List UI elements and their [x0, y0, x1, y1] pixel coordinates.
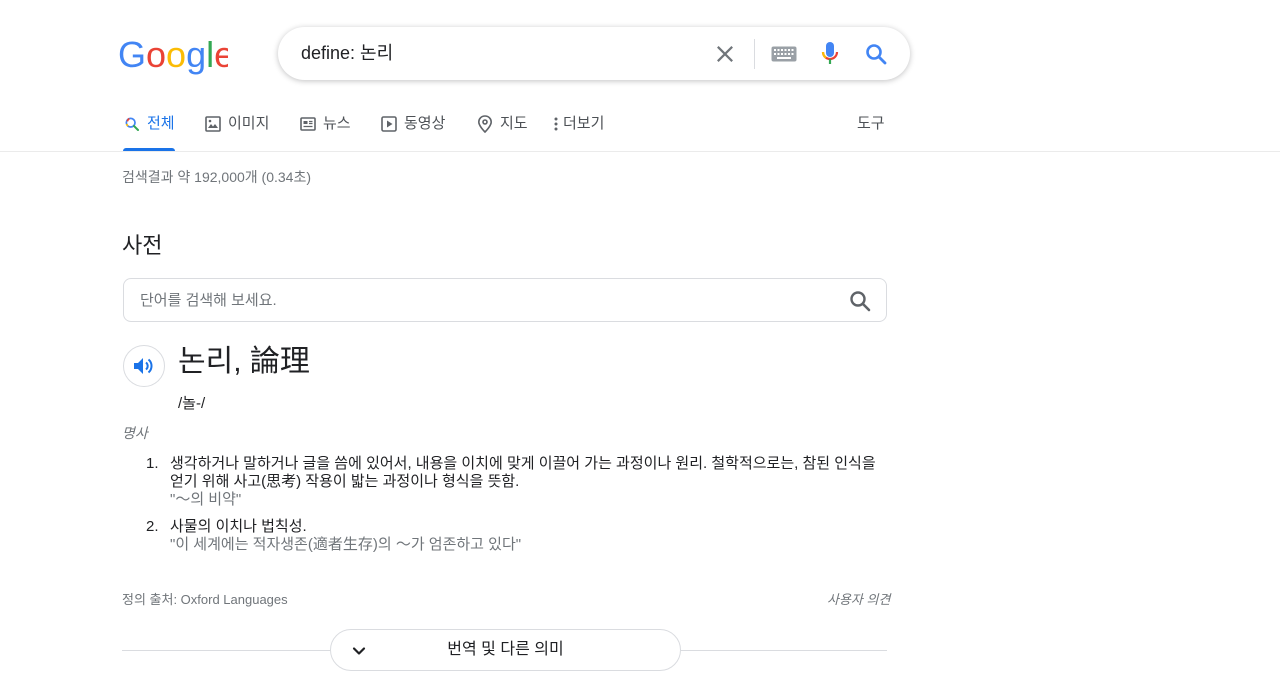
part-of-speech: 명사: [122, 425, 148, 441]
definition-text: 생각하거나 말하거나 글을 씀에 있어서, 내용을 이치에 맞게 이끌어 가는 …: [170, 455, 876, 490]
video-icon: [380, 115, 398, 133]
dictionary-search-box: [123, 278, 887, 322]
definition-text: 사물의 이치나 법칙성.: [170, 518, 307, 535]
dictionary-search-input[interactable]: [140, 279, 820, 321]
dictionary-title: 사전: [122, 233, 163, 258]
tab-maps[interactable]: 지도: [476, 112, 528, 150]
google-logo[interactable]: Google: [118, 36, 228, 76]
dictionary-headword: 논리, 論理: [178, 345, 310, 378]
image-icon: [204, 115, 222, 133]
feedback-link[interactable]: 사용자 의견: [827, 589, 890, 608]
tab-label: 지도: [500, 115, 528, 132]
tab-news[interactable]: 뉴스: [299, 112, 351, 150]
definition-example: "～의 비약": [170, 491, 242, 508]
tab-label: 전체: [147, 115, 175, 132]
tab-label: 뉴스: [323, 115, 351, 132]
voice-search-button[interactable]: [812, 27, 848, 80]
mic-icon: [821, 41, 839, 64]
tab-label: 동영상: [404, 115, 446, 132]
map-pin-icon: [476, 115, 494, 133]
tab-images[interactable]: 이미지: [204, 112, 269, 150]
keyboard-button[interactable]: [766, 27, 802, 80]
close-icon: [717, 45, 733, 62]
tab-more[interactable]: 더보기: [552, 112, 604, 150]
search-icon: [123, 115, 141, 133]
search-box: [278, 27, 910, 80]
pronunciation-audio-button[interactable]: [123, 345, 165, 387]
definition-source: 정의 출처: Oxford Languages: [122, 592, 288, 607]
news-icon: [299, 115, 317, 133]
tab-all[interactable]: 전체: [123, 112, 175, 151]
definition-number: 2.: [146, 518, 159, 535]
search-tabs: 전체 이미지 뉴스 동영상 지도 더보기 도구: [0, 104, 1280, 152]
keyboard-icon: [771, 46, 797, 61]
svg-text:Google: Google: [118, 36, 228, 75]
tab-label: 이미지: [228, 115, 270, 132]
google-search-page: Google define: 논리 전체 이미지 뉴스 동영상 지도 더보기 도…: [0, 0, 1280, 700]
more-vert-icon: [552, 115, 560, 133]
result-stats: 검색결과 약 192,000개 (0.34초): [122, 169, 312, 185]
tab-videos[interactable]: 동영상: [380, 112, 445, 150]
tools-button[interactable]: 도구: [857, 112, 885, 133]
pronunciation: /놀-/: [178, 395, 206, 412]
search-icon[interactable]: [848, 289, 872, 313]
search-divider: [754, 39, 755, 69]
definition-number: 1.: [146, 455, 159, 472]
expand-label: 번역 및 다른 의미: [447, 641, 564, 658]
search-input[interactable]: [301, 27, 711, 80]
translations-expand-button[interactable]: 번역 및 다른 의미: [330, 629, 681, 671]
definition-item: 2. 사물의 이치나 법칙성. "이 세계에는 적자생존(適者生存)의 ～가 엄…: [146, 518, 886, 554]
definition-item: 1. 생각하거나 말하거나 글을 씀에 있어서, 내용을 이치에 맞게 이끌어 …: [146, 455, 886, 509]
search-icon: [866, 43, 887, 64]
clear-search-button[interactable]: [706, 27, 744, 80]
definition-list: 1. 생각하거나 말하거나 글을 씀에 있어서, 내용을 이치에 맞게 이끌어 …: [146, 455, 886, 563]
definition-example: "이 세계에는 적자생존(適者生存)의 ～가 엄존하고 있다": [170, 536, 522, 553]
search-submit-button[interactable]: [858, 27, 894, 80]
tab-label: 더보기: [563, 115, 605, 132]
speaker-icon: [134, 358, 153, 374]
